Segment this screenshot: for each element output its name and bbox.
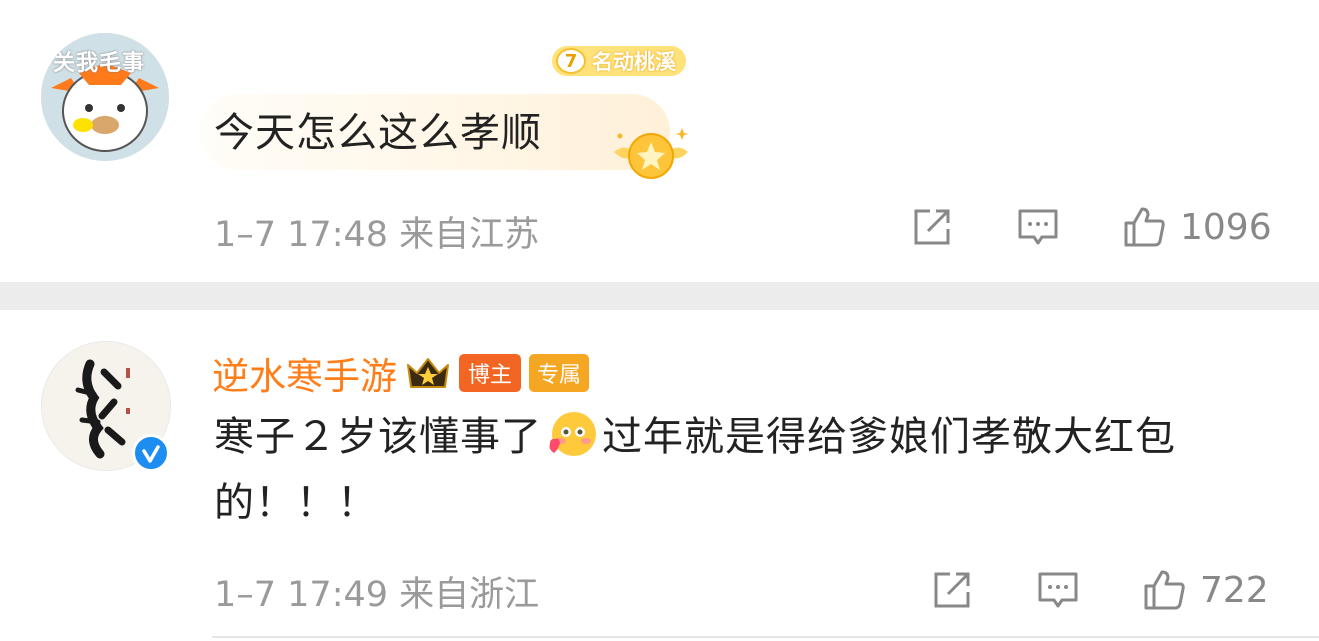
comment-meta: 1–7 17:48 来自江苏	[214, 206, 539, 257]
avatar-overlay-text: 关我毛事	[53, 51, 146, 76]
like-button[interactable]: 1096	[1120, 203, 1272, 251]
comment-location: 来自浙江	[399, 575, 540, 615]
comment-time: 1–7 17:49	[214, 575, 389, 615]
share-icon	[914, 209, 950, 245]
exclusive-tag: 专属	[529, 354, 590, 392]
verified-icon	[142, 445, 160, 463]
comment-text-part: 寒子２岁该懂事了	[214, 414, 542, 460]
section-divider	[0, 282, 1319, 310]
share-button[interactable]	[908, 203, 956, 251]
comment-location: 来自江苏	[399, 215, 540, 255]
comment-text: 寒子２岁该懂事了 过年就是得给爹娘们孝敬大红包的！！！	[214, 404, 1294, 536]
comment-actions: 1096	[908, 203, 1272, 251]
share-button[interactable]	[928, 566, 976, 614]
like-icon	[1124, 207, 1165, 247]
comment-item: 逆水寒手游 博主 专属 寒子２岁该懂事了 过年就是得给爹娘们孝敬大红包的！！！ …	[0, 310, 1319, 641]
level-number: 7	[556, 48, 586, 74]
reply-icon	[1038, 572, 1078, 608]
hearts-face-emoji	[549, 412, 596, 456]
username[interactable]: 逆水寒手游	[212, 346, 397, 400]
level-badge[interactable]: 7 名动桃溪	[552, 46, 686, 76]
like-button[interactable]: 722	[1140, 566, 1269, 614]
level-title: 名动桃溪	[592, 50, 676, 74]
author-row: 逆水寒手游 博主 专属	[212, 346, 590, 400]
comment-meta: 1–7 17:49 来自浙江	[214, 566, 539, 617]
level-star-icon	[614, 128, 689, 179]
comment-text: 今天怎么这么孝顺	[214, 110, 542, 156]
share-icon	[934, 572, 970, 608]
reply-icon	[1018, 209, 1058, 245]
blogger-tag: 博主	[459, 354, 522, 392]
avatar[interactable]: 关我毛事	[41, 33, 169, 161]
verified-badge	[132, 434, 170, 472]
crown-icon	[407, 358, 449, 388]
like-icon	[1144, 570, 1185, 610]
reply-button[interactable]	[1014, 203, 1062, 251]
reply-button[interactable]	[1034, 566, 1082, 614]
bottom-divider	[212, 636, 1319, 638]
like-count: 1096	[1180, 206, 1272, 248]
comment-item: 关我毛事 7 名动桃溪 今天怎么这么孝顺 1–7 17:48 来自江苏 1096	[0, 0, 1319, 282]
like-count: 722	[1200, 569, 1269, 611]
comment-time: 1–7 17:48	[214, 215, 389, 255]
comment-actions: 722	[928, 566, 1269, 614]
